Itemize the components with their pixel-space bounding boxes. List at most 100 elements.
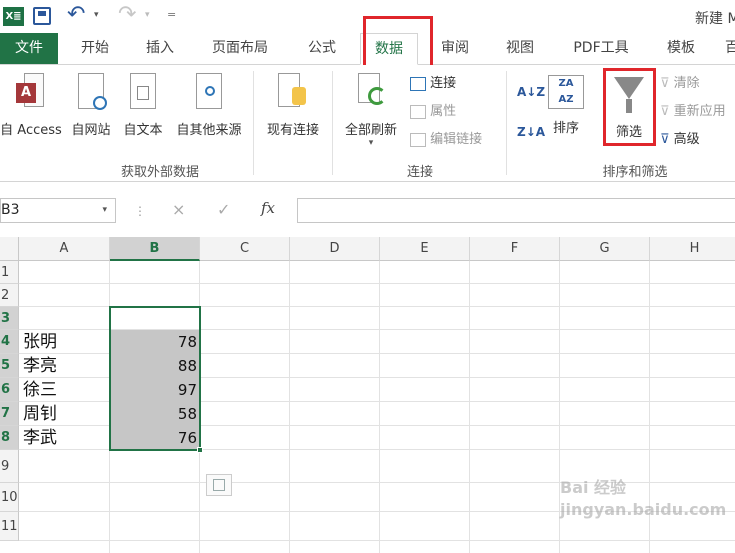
group-divider bbox=[506, 71, 507, 175]
gridline bbox=[469, 261, 470, 553]
selection-border bbox=[109, 306, 201, 451]
reapply-icon: ⊽ bbox=[660, 104, 670, 119]
other-sources-icon bbox=[196, 73, 222, 109]
cell-a4[interactable]: 张明 bbox=[23, 330, 57, 354]
refresh-all-button[interactable]: 全部刷新 ▾ bbox=[338, 73, 404, 148]
insert-function-icon[interactable]: fx bbox=[261, 199, 275, 217]
row-header[interactable]: 8 bbox=[0, 426, 19, 450]
undo-dropdown-icon[interactable]: ▾ bbox=[94, 10, 99, 20]
gridline bbox=[19, 283, 735, 284]
window-title: 新建 M bbox=[695, 11, 735, 27]
properties-icon bbox=[410, 104, 426, 119]
group-label-sort-and-filter: 排序和筛选 bbox=[602, 165, 668, 180]
existing-connections-icon bbox=[278, 73, 308, 109]
row-header[interactable]: 2 bbox=[0, 284, 19, 307]
clear-button[interactable]: ⊽ 清除 bbox=[660, 73, 700, 95]
formula-bar-grip: ⋮ bbox=[134, 204, 146, 218]
properties-button[interactable]: 属性 bbox=[410, 101, 456, 123]
group-label-connections: 连接 bbox=[406, 165, 433, 180]
column-header[interactable]: A bbox=[19, 237, 110, 261]
row-header[interactable]: 4 bbox=[0, 330, 19, 354]
gridline bbox=[379, 261, 380, 553]
connections-icon bbox=[410, 76, 426, 91]
row-header[interactable]: 3 bbox=[0, 307, 19, 330]
cell-a7[interactable]: 周钊 bbox=[23, 402, 57, 426]
customize-qat-icon[interactable]: = bbox=[167, 8, 176, 21]
advanced-filter-icon: ⊽ bbox=[660, 132, 670, 147]
row-header[interactable]: 11 bbox=[0, 512, 19, 541]
name-box-dropdown-icon[interactable]: ▾ bbox=[102, 199, 107, 222]
filter-button-highlight bbox=[603, 68, 656, 146]
edit-links-icon bbox=[410, 132, 426, 147]
connections-button[interactable]: 连接 bbox=[410, 73, 456, 95]
tab-more[interactable]: 百 bbox=[722, 33, 735, 64]
redo-icon[interactable]: ↷ bbox=[118, 2, 136, 28]
cancel-icon[interactable]: × bbox=[172, 200, 185, 219]
sort-descending-button[interactable]: Z↓A bbox=[517, 121, 545, 143]
existing-connections-button[interactable]: 现有连接 bbox=[260, 73, 326, 138]
tab-formulas[interactable]: 公式 bbox=[296, 33, 348, 64]
data-tab-highlight bbox=[363, 16, 433, 72]
reapply-button[interactable]: ⊽ 重新应用 bbox=[660, 101, 726, 123]
row-header[interactable]: 9 bbox=[0, 450, 19, 483]
tab-file[interactable]: 文件 bbox=[0, 33, 58, 64]
column-header[interactable]: H bbox=[650, 237, 735, 261]
sort-za-icon: Z↓A bbox=[517, 125, 546, 139]
column-header[interactable]: G bbox=[560, 237, 650, 261]
refresh-icon bbox=[356, 73, 386, 109]
column-header[interactable]: E bbox=[380, 237, 470, 261]
tab-home[interactable]: 开始 bbox=[70, 33, 120, 64]
cell-a5[interactable]: 李亮 bbox=[23, 354, 57, 378]
worksheet-grid[interactable]: A B C D E F G H 1 2 3 4 5 6 7 8 9 10 11 … bbox=[0, 237, 735, 553]
enter-icon[interactable]: ✓ bbox=[217, 200, 230, 219]
text-file-icon bbox=[130, 73, 156, 109]
row-header[interactable]: 10 bbox=[0, 483, 19, 512]
tab-pdf-tools[interactable]: PDF工具 bbox=[565, 33, 637, 64]
excel-logo-icon: X≣ bbox=[3, 7, 24, 26]
access-icon: A bbox=[16, 73, 46, 109]
gridline bbox=[19, 540, 735, 541]
sort-ascending-button[interactable]: A↓Z bbox=[517, 81, 545, 103]
edit-links-button[interactable]: 编辑链接 bbox=[410, 129, 482, 151]
cell-a8[interactable]: 李武 bbox=[23, 426, 57, 450]
refresh-dropdown-icon[interactable]: ▾ bbox=[338, 138, 404, 148]
from-access-button[interactable]: A 自 Access bbox=[0, 73, 64, 138]
tab-view[interactable]: 视图 bbox=[495, 33, 545, 64]
redo-dropdown-icon[interactable]: ▾ bbox=[145, 10, 150, 20]
watermark: Bai 经验 jingyan.baidu.com bbox=[560, 478, 727, 519]
save-icon[interactable] bbox=[33, 7, 51, 25]
from-other-sources-button[interactable]: 自其他来源 bbox=[170, 73, 248, 138]
row-header[interactable]: 5 bbox=[0, 354, 19, 378]
column-header[interactable]: F bbox=[470, 237, 560, 261]
formula-bar: B3 ▾ ⋮ × ✓ fx bbox=[0, 192, 735, 230]
select-all-corner[interactable] bbox=[0, 237, 19, 261]
column-header[interactable]: D bbox=[290, 237, 380, 261]
group-divider bbox=[332, 71, 333, 175]
tab-page-layout[interactable]: 页面布局 bbox=[205, 33, 275, 64]
undo-icon[interactable]: ↶ bbox=[67, 2, 85, 28]
clear-filter-icon: ⊽ bbox=[660, 76, 670, 91]
from-web-button[interactable]: 自网站 bbox=[66, 73, 116, 138]
from-text-button[interactable]: 自文本 bbox=[118, 73, 168, 138]
sort-button[interactable]: ZA AZ 排序 bbox=[544, 75, 588, 136]
tab-templates[interactable]: 模板 bbox=[655, 33, 707, 64]
tab-review[interactable]: 审阅 bbox=[430, 33, 480, 64]
tab-insert[interactable]: 插入 bbox=[135, 33, 185, 64]
group-divider bbox=[253, 71, 254, 175]
column-header[interactable]: C bbox=[200, 237, 290, 261]
row-header[interactable]: 1 bbox=[0, 261, 19, 284]
formula-input[interactable] bbox=[297, 198, 735, 223]
row-header[interactable]: 7 bbox=[0, 402, 19, 426]
row-header[interactable]: 6 bbox=[0, 378, 19, 402]
sort-icon: ZA AZ bbox=[548, 75, 584, 109]
group-label-get-external-data: 获取外部数据 bbox=[120, 165, 199, 180]
sort-az-icon: A↓Z bbox=[517, 85, 546, 99]
gridline bbox=[289, 261, 290, 553]
fill-handle[interactable] bbox=[197, 447, 203, 453]
cell-a6[interactable]: 徐三 bbox=[23, 378, 57, 402]
column-header[interactable]: B bbox=[110, 237, 200, 261]
web-page-icon bbox=[78, 73, 107, 110]
name-box[interactable]: B3 ▾ bbox=[0, 198, 116, 223]
quick-analysis-icon[interactable] bbox=[206, 474, 232, 496]
advanced-button[interactable]: ⊽ 高级 bbox=[660, 129, 700, 151]
